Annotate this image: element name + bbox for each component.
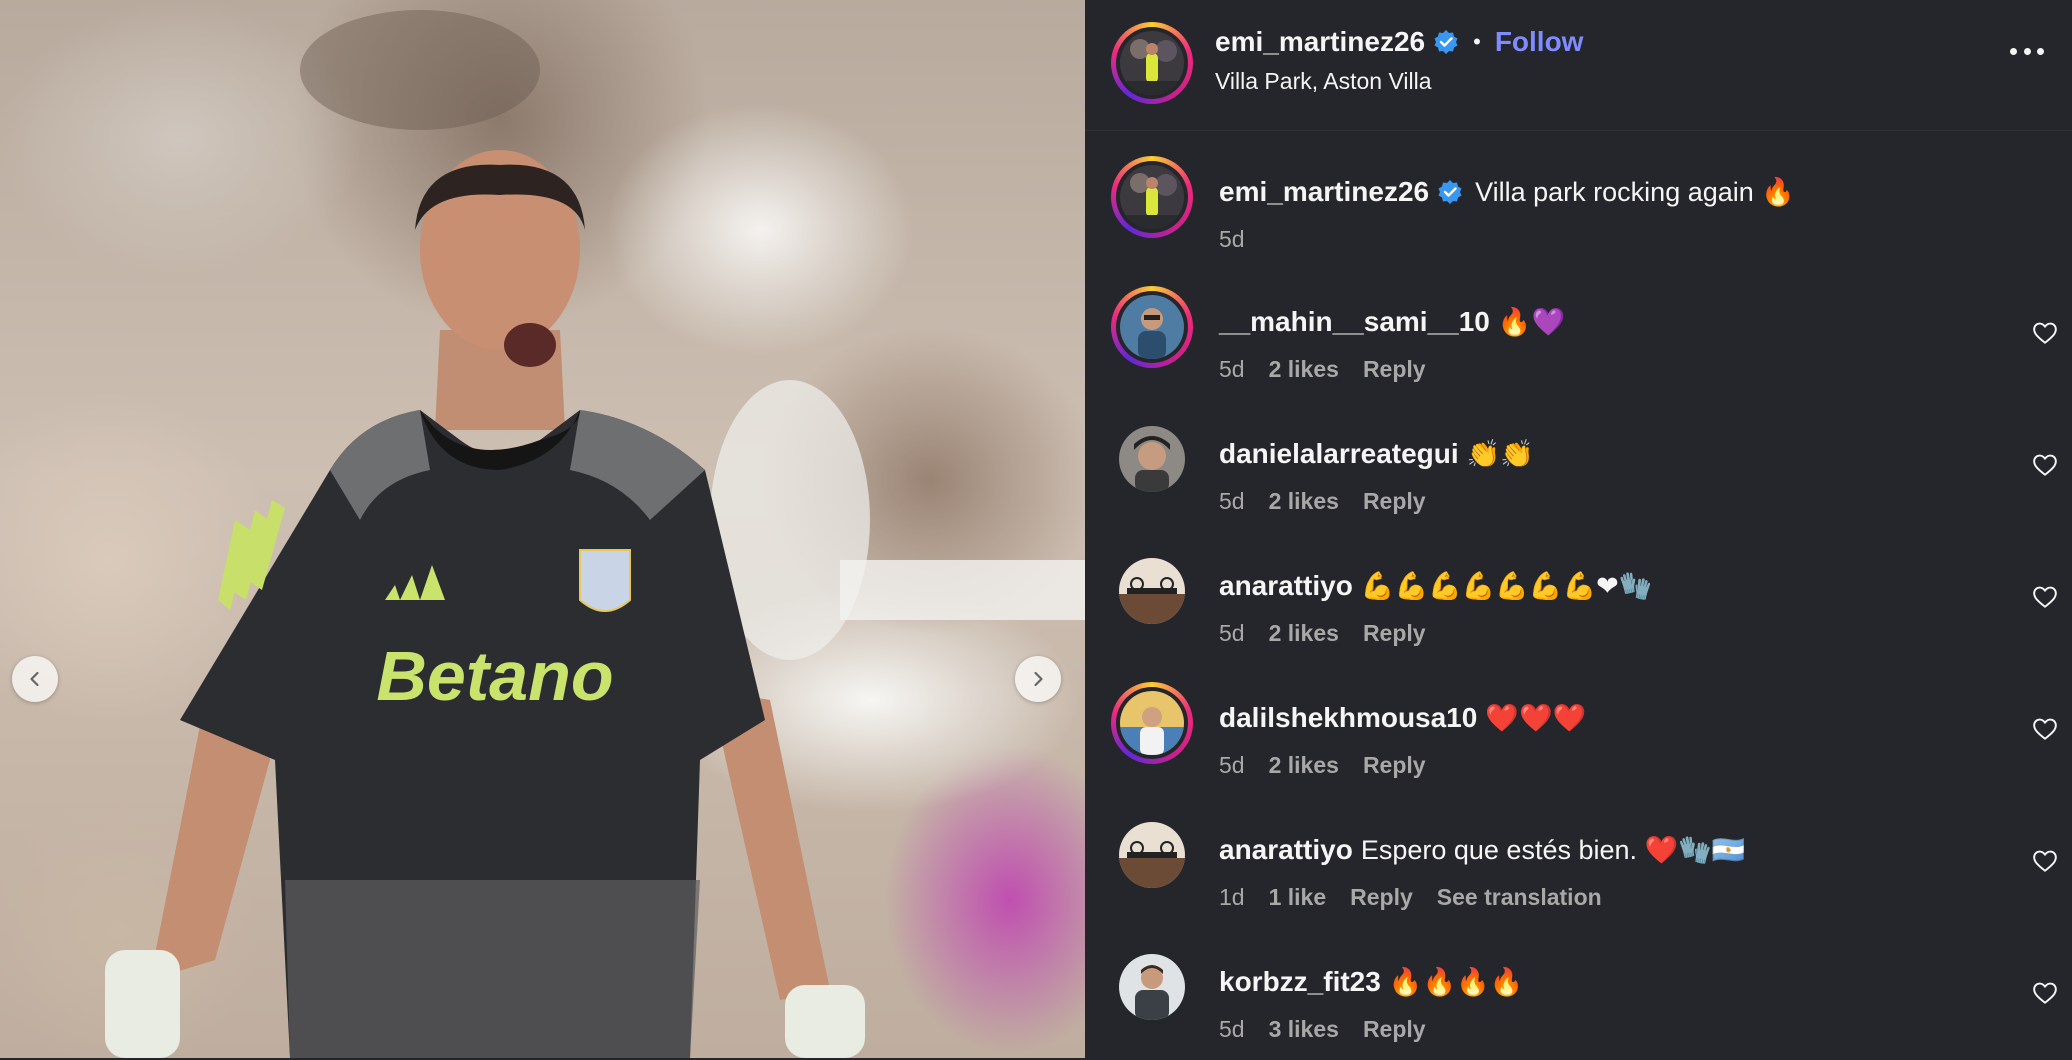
comment-likes[interactable]: 2 likes (1269, 620, 1339, 647)
comment-meta: 5d 2 likes Reply (1219, 752, 1426, 779)
comment-username[interactable]: dalilshekhmousa10 (1219, 702, 1477, 734)
see-translation-button[interactable]: See translation (1437, 884, 1602, 911)
comment-time[interactable]: 1d (1219, 884, 1245, 911)
reply-button[interactable]: Reply (1363, 620, 1426, 647)
post-media[interactable]: Betano (0, 0, 1085, 1058)
reply-button[interactable]: Reply (1363, 1016, 1426, 1043)
header-separator: • (1473, 29, 1481, 54)
comment-likes[interactable]: 1 like (1269, 884, 1327, 911)
comment-item: danielalarreategui 👏👏 5d 2 likes Reply (1085, 412, 2072, 532)
comment-item: anarattiyo Espero que estés bien. ❤️🧤🇦🇷 … (1085, 808, 2072, 928)
comment-item: korbzz_fit23 🔥🔥🔥🔥 5d 3 likes Reply (1085, 940, 2072, 1060)
commenter-avatar[interactable] (1119, 426, 1185, 492)
more-options-icon[interactable] (2010, 44, 2044, 58)
comment-item: dalilshekhmousa10 ❤️❤️❤️ 5d 2 likes Repl… (1085, 676, 2072, 796)
author-username[interactable]: emi_martinez26 (1215, 26, 1425, 58)
comment-username[interactable]: korbzz_fit23 (1219, 966, 1381, 998)
instagram-post-viewer: Betano emi_martinez26 • Follow Villa Par… (0, 0, 2072, 1058)
comment-likes[interactable]: 2 likes (1269, 488, 1339, 515)
comment-likes[interactable]: 2 likes (1269, 752, 1339, 779)
like-heart-icon[interactable] (2032, 452, 2058, 478)
like-heart-icon[interactable] (2032, 716, 2058, 742)
commenter-avatar[interactable] (1119, 822, 1185, 888)
comment-line: danielalarreategui 👏👏 (1219, 438, 1534, 470)
follow-button[interactable]: Follow (1495, 26, 1584, 58)
comment-time[interactable]: 5d (1219, 620, 1245, 647)
comment-text: Espero que estés bien. ❤️🧤🇦🇷 (1360, 835, 1746, 865)
commenter-avatar[interactable] (1119, 558, 1185, 624)
reply-button[interactable]: Reply (1363, 488, 1426, 515)
comment-likes[interactable]: 3 likes (1269, 1016, 1339, 1043)
like-heart-icon[interactable] (2032, 584, 2058, 610)
comment-meta: 5d 2 likes Reply (1219, 620, 1426, 647)
comment-username[interactable]: anarattiyo (1219, 834, 1353, 866)
comment-time[interactable]: 5d (1219, 488, 1245, 515)
comment-meta: 5d 3 likes Reply (1219, 1016, 1426, 1043)
comment-username[interactable]: danielalarreategui (1219, 438, 1459, 470)
like-heart-icon[interactable] (2032, 980, 2058, 1006)
comment-meta: 5d 2 likes Reply (1219, 356, 1426, 383)
comment-meta: 1d 1 like Reply See translation (1219, 884, 1602, 911)
comment-text: 🔥🔥🔥🔥 (1388, 967, 1524, 997)
reply-button[interactable]: Reply (1350, 884, 1413, 911)
commenter-avatar[interactable] (1111, 286, 1193, 368)
caption-text: Villa park rocking again 🔥 (1475, 177, 1795, 207)
post-header: emi_martinez26 • Follow Villa Park, Asto… (1085, 0, 2072, 131)
post-caption: emi_martinez26 Villa park rocking again … (1085, 152, 2072, 272)
caption-line: emi_martinez26 Villa park rocking again … (1219, 176, 1795, 208)
comment-time[interactable]: 5d (1219, 356, 1245, 383)
commenter-avatar[interactable] (1111, 682, 1193, 764)
comment-line: korbzz_fit23 🔥🔥🔥🔥 (1219, 966, 1523, 998)
reply-button[interactable]: Reply (1363, 752, 1426, 779)
reply-button[interactable]: Reply (1363, 356, 1426, 383)
comment-username[interactable]: anarattiyo (1219, 570, 1353, 602)
post-location[interactable]: Villa Park, Aston Villa (1215, 68, 1432, 95)
comment-line: dalilshekhmousa10 ❤️❤️❤️ (1219, 702, 1586, 734)
comment-likes[interactable]: 2 likes (1269, 356, 1339, 383)
caption-avatar[interactable] (1111, 156, 1193, 238)
caption-time[interactable]: 5d (1219, 226, 1245, 253)
comment-time[interactable]: 5d (1219, 1016, 1245, 1043)
comment-line: anarattiyo Espero que estés bien. ❤️🧤🇦🇷 (1219, 834, 1745, 866)
previous-photo-button[interactable] (12, 656, 58, 702)
chevron-left-icon (30, 671, 39, 687)
comment-item: __mahin__sami__10 🔥💜 5d 2 likes Reply (1085, 280, 2072, 400)
chevron-right-icon (1034, 671, 1043, 687)
header-line: emi_martinez26 • Follow (1215, 26, 1583, 58)
commenter-avatar[interactable] (1119, 954, 1185, 1020)
comment-username[interactable]: __mahin__sami__10 (1219, 306, 1490, 338)
comment-item: anarattiyo 💪💪💪💪💪💪💪❤🧤 5d 2 likes Reply (1085, 544, 2072, 664)
verified-badge-icon (1438, 180, 1462, 204)
comment-text: 👏👏 (1466, 439, 1534, 469)
verified-badge-icon (1434, 30, 1458, 54)
next-photo-button[interactable] (1015, 656, 1061, 702)
comment-text: ❤️❤️❤️ (1485, 703, 1587, 733)
author-avatar[interactable] (1111, 22, 1193, 104)
caption-meta: 5d (1219, 226, 1245, 253)
like-heart-icon[interactable] (2032, 320, 2058, 346)
like-heart-icon[interactable] (2032, 848, 2058, 874)
comment-line: __mahin__sami__10 🔥💜 (1219, 306, 1565, 338)
comment-meta: 5d 2 likes Reply (1219, 488, 1426, 515)
comment-time[interactable]: 5d (1219, 752, 1245, 779)
post-side-panel: emi_martinez26 • Follow Villa Park, Asto… (1085, 0, 2072, 1058)
post-photo: Betano (105, 10, 1085, 1058)
shirt-sponsor: Betano (376, 637, 613, 715)
comment-text: 💪💪💪💪💪💪💪❤🧤 (1360, 571, 1653, 601)
comments-list[interactable]: emi_martinez26 Villa park rocking again … (1085, 130, 2072, 1058)
comment-line: anarattiyo 💪💪💪💪💪💪💪❤🧤 (1219, 570, 1652, 602)
caption-username[interactable]: emi_martinez26 (1219, 176, 1429, 208)
comment-text: 🔥💜 (1497, 307, 1566, 337)
